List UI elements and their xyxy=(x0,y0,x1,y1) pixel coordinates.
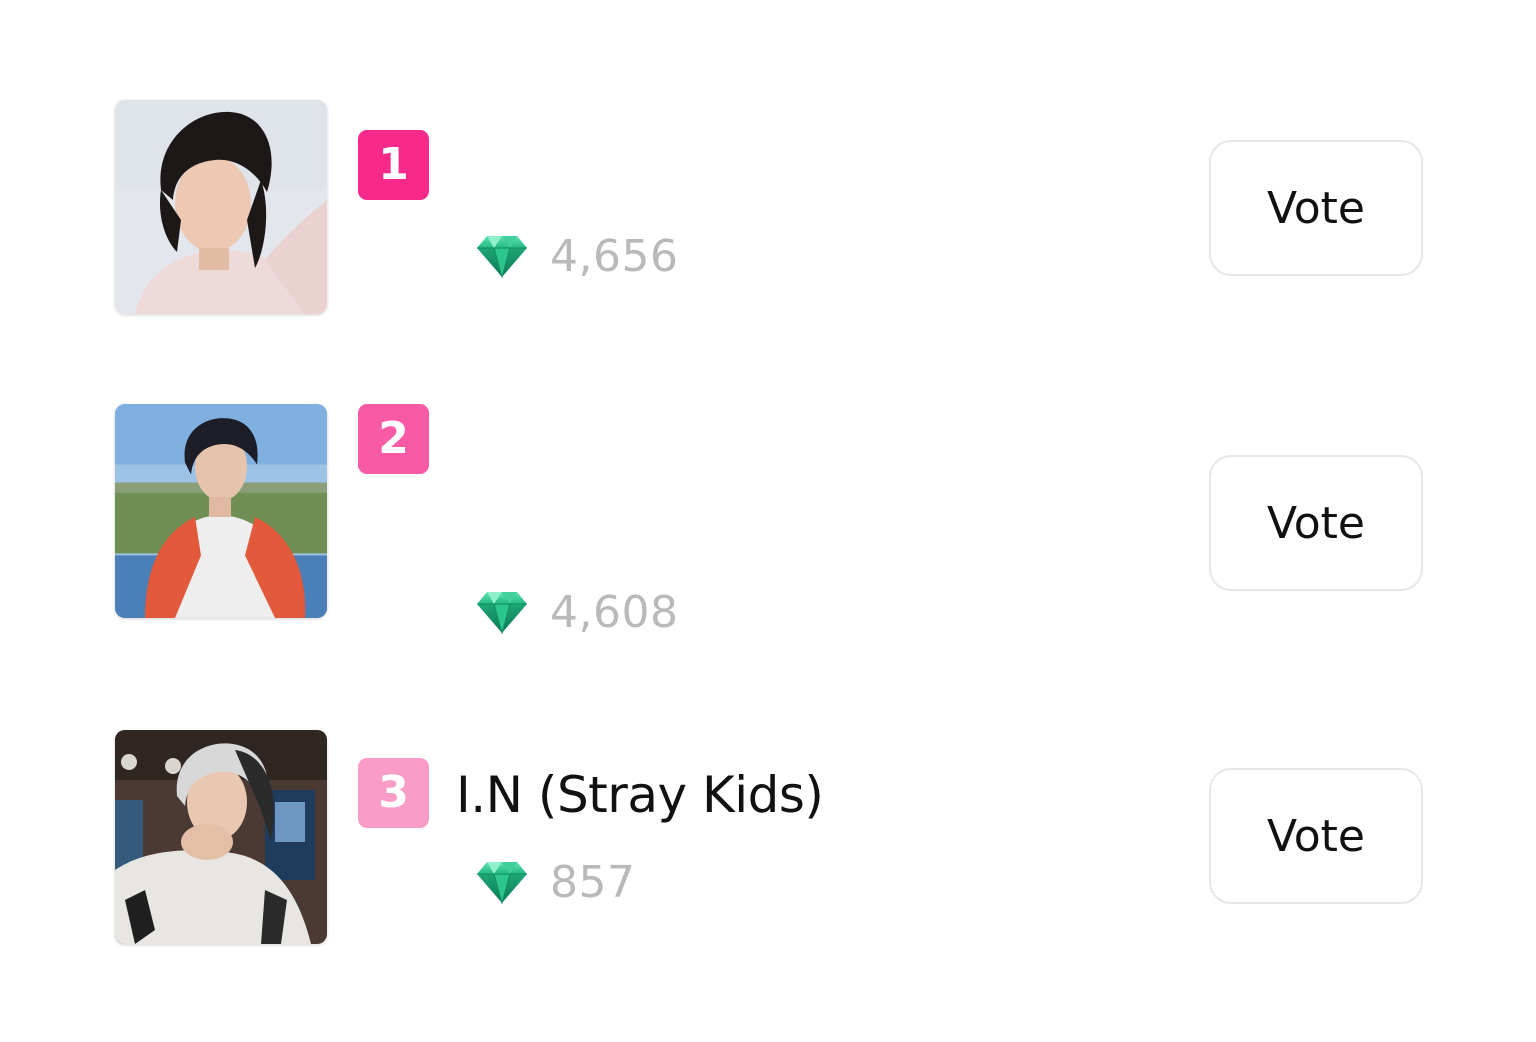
vote-button[interactable]: Vote xyxy=(1209,768,1423,904)
vote-count: 4,656 xyxy=(550,230,679,282)
vote-total: 857 xyxy=(476,852,635,912)
vote-total: 4,608 xyxy=(476,582,678,642)
rank-badge: 3 xyxy=(358,758,429,828)
artist-photo[interactable] xyxy=(115,100,327,314)
ranking-row: 1 4,656 Vote xyxy=(0,100,1536,320)
artist-name: I.N (Stray Kids) xyxy=(456,766,824,824)
ranking-list: 1 4,656 Vote 2 4,608 Vote 3 I.N (Stray K… xyxy=(0,0,1536,1042)
vote-button[interactable]: Vote xyxy=(1209,140,1423,276)
artist-photo-image xyxy=(115,100,327,314)
artist-photo[interactable] xyxy=(115,730,327,944)
gem-icon xyxy=(476,590,528,634)
artist-photo-image xyxy=(115,730,327,944)
vote-button[interactable]: Vote xyxy=(1209,455,1423,591)
artist-photo[interactable] xyxy=(115,404,327,618)
vote-count: 857 xyxy=(550,856,636,908)
gem-icon xyxy=(476,860,528,904)
rank-badge: 1 xyxy=(358,130,429,200)
gem-icon xyxy=(476,234,528,278)
artist-photo-image xyxy=(115,404,327,618)
rank-badge: 2 xyxy=(358,404,429,474)
vote-total: 4,656 xyxy=(476,226,678,286)
ranking-row: 2 4,608 Vote xyxy=(0,404,1536,638)
vote-count: 4,608 xyxy=(550,586,679,638)
ranking-row: 3 I.N (Stray Kids) 857 Vote xyxy=(0,730,1536,950)
